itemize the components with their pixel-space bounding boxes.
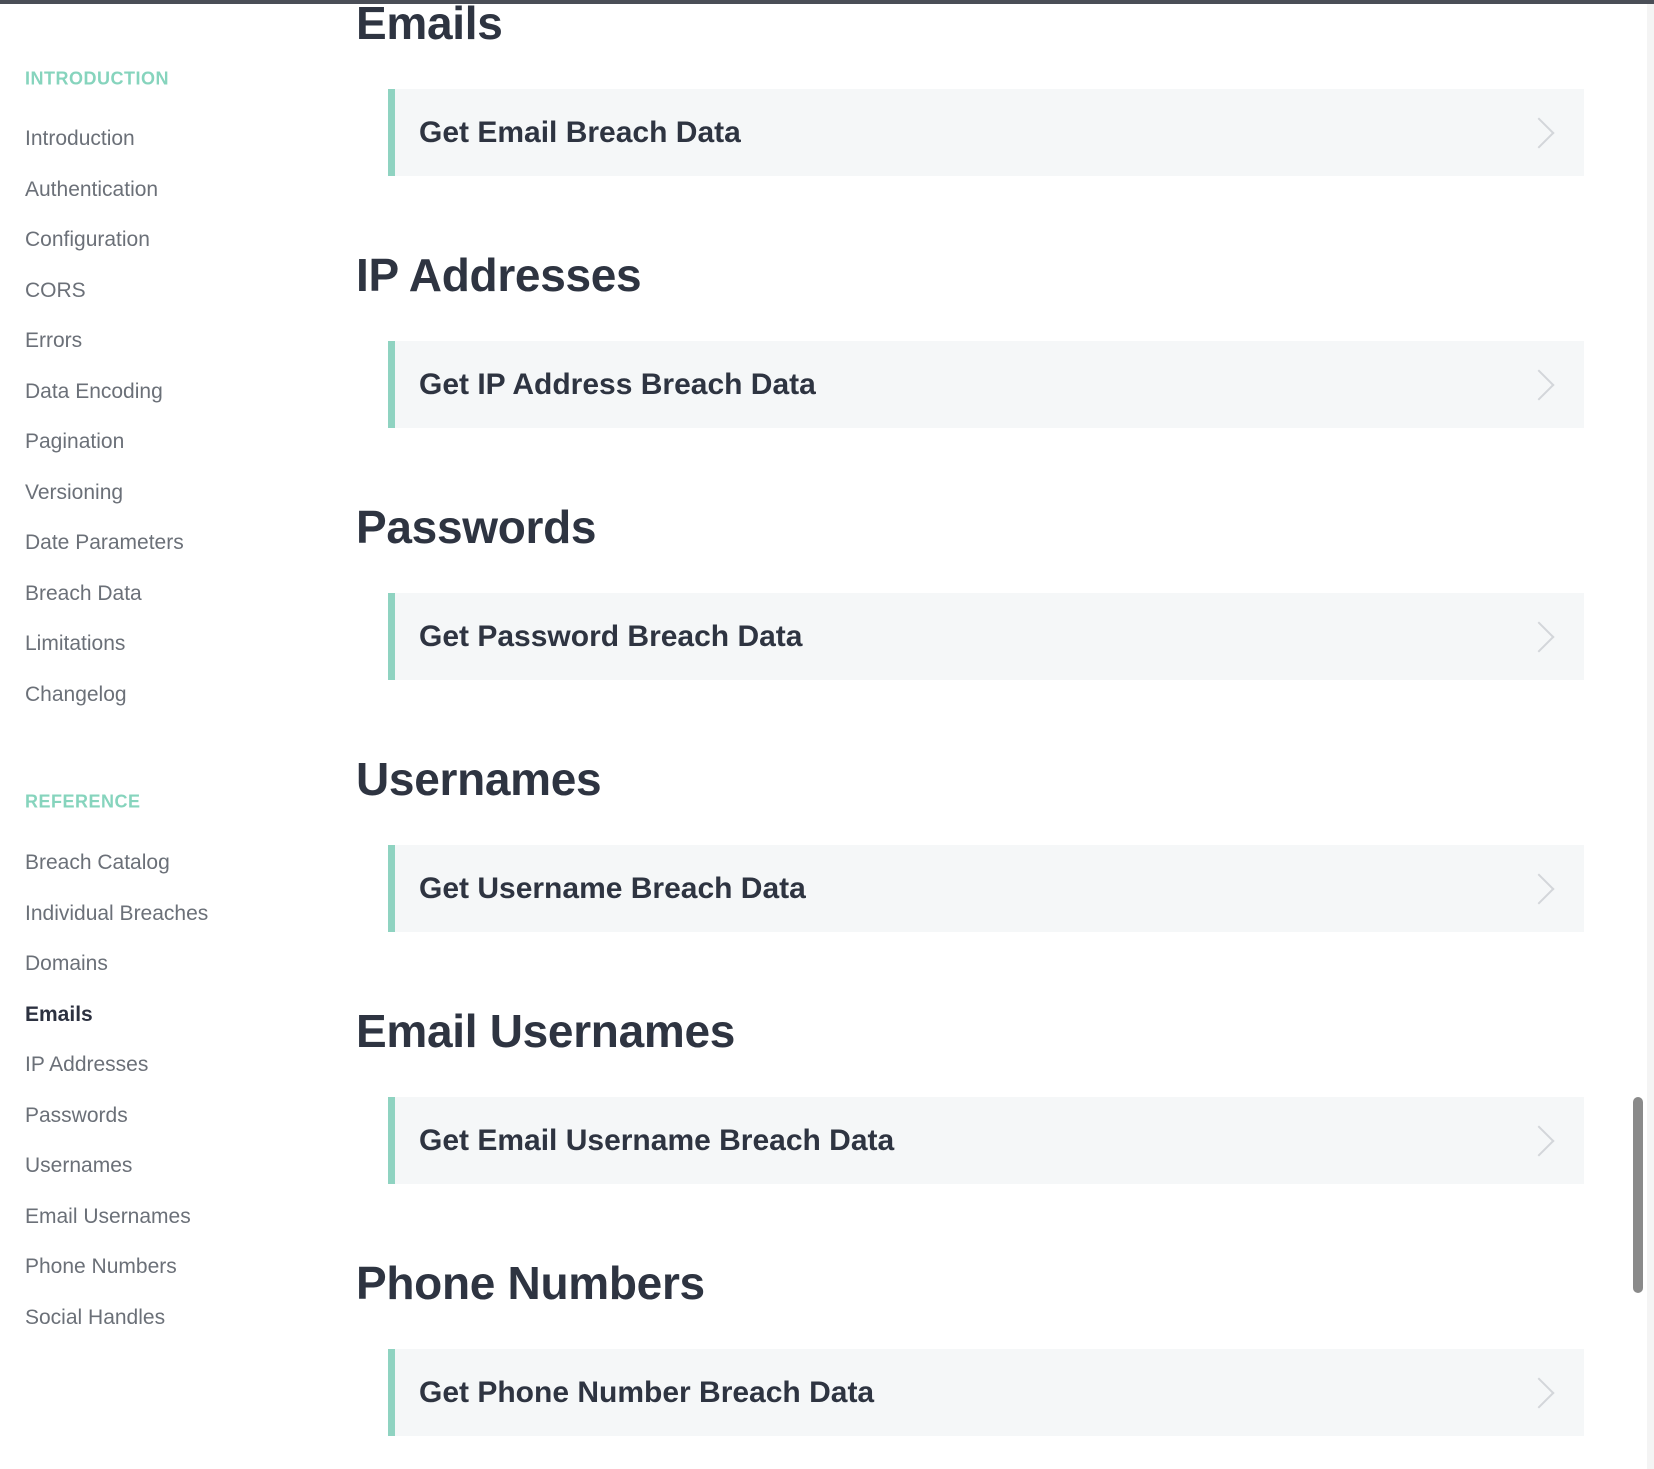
scrollbar-thumb[interactable] xyxy=(1633,1097,1643,1293)
scrollbar-track[interactable] xyxy=(1647,4,1654,1469)
sidebar-item-breach-data[interactable]: Breach Data xyxy=(25,582,142,606)
sidebar-item-cors[interactable]: CORS xyxy=(25,279,86,303)
sidebar-item-errors[interactable]: Errors xyxy=(25,329,82,353)
endpoint-card-label: Get Email Breach Data xyxy=(419,115,741,149)
section-heading: Usernames xyxy=(356,753,602,805)
sidebar-item-limitations[interactable]: Limitations xyxy=(25,632,125,656)
endpoint-card-label: Get Phone Number Breach Data xyxy=(419,1375,875,1409)
endpoint-card[interactable]: Get Phone Number Breach Data xyxy=(388,1349,1584,1436)
section-heading: Phone Numbers xyxy=(356,1257,705,1309)
sidebar-item-breach-catalog[interactable]: Breach Catalog xyxy=(25,851,170,875)
sidebar-item-usernames[interactable]: Usernames xyxy=(25,1154,132,1178)
sidebar-item-emails[interactable]: Emails xyxy=(25,1003,93,1027)
sidebar-item-ip-addresses[interactable]: IP Addresses xyxy=(25,1053,148,1077)
sidebar-item-introduction[interactable]: Introduction xyxy=(25,127,135,151)
endpoint-card[interactable]: Get IP Address Breach Data xyxy=(388,341,1584,428)
endpoint-card[interactable]: Get Username Breach Data xyxy=(388,845,1584,932)
sidebar-item-phone-numbers[interactable]: Phone Numbers xyxy=(25,1255,177,1279)
sidebar-item-configuration[interactable]: Configuration xyxy=(25,228,150,252)
section-heading: Email Usernames xyxy=(356,1005,736,1057)
endpoint-card-label: Get Password Breach Data xyxy=(419,619,803,653)
chevron-right-icon xyxy=(1523,1124,1555,1157)
endpoint-card-label: Get Username Breach Data xyxy=(419,871,806,905)
endpoint-card[interactable]: Get Email Username Breach Data xyxy=(388,1097,1584,1184)
chevron-right-icon xyxy=(1523,116,1555,149)
endpoint-card[interactable]: Get Email Breach Data xyxy=(388,89,1584,176)
section-heading: Passwords xyxy=(356,501,597,553)
chevron-right-icon xyxy=(1523,1376,1555,1409)
section-heading: Emails xyxy=(356,0,503,49)
sidebar-item-domains[interactable]: Domains xyxy=(25,952,108,976)
sidebar-section-introduction: INTRODUCTION xyxy=(25,68,169,89)
sidebar-item-data-encoding[interactable]: Data Encoding xyxy=(25,380,163,404)
chevron-right-icon xyxy=(1523,872,1555,905)
sidebar-section-reference: REFERENCE xyxy=(25,791,141,812)
sidebar-item-individual-breaches[interactable]: Individual Breaches xyxy=(25,902,208,926)
sidebar-item-social-handles[interactable]: Social Handles xyxy=(25,1306,165,1330)
sidebar-item-email-usernames[interactable]: Email Usernames xyxy=(25,1205,191,1229)
chevron-right-icon xyxy=(1523,368,1555,401)
sidebar-item-changelog[interactable]: Changelog xyxy=(25,683,127,707)
sidebar-item-date-parameters[interactable]: Date Parameters xyxy=(25,531,184,555)
sidebar-item-passwords[interactable]: Passwords xyxy=(25,1104,128,1128)
sidebar-item-authentication[interactable]: Authentication xyxy=(25,178,158,202)
endpoint-card-label: Get IP Address Breach Data xyxy=(419,367,816,401)
sidebar: INTRODUCTION Introduction Authentication Co… xyxy=(0,0,330,1469)
endpoint-card-label: Get Email Username Breach Data xyxy=(419,1123,895,1157)
chevron-right-icon xyxy=(1523,620,1555,653)
sidebar-item-versioning[interactable]: Versioning xyxy=(25,481,123,505)
endpoint-card[interactable]: Get Password Breach Data xyxy=(388,593,1584,680)
sidebar-item-pagination[interactable]: Pagination xyxy=(25,430,124,454)
section-heading: IP Addresses xyxy=(356,249,642,301)
